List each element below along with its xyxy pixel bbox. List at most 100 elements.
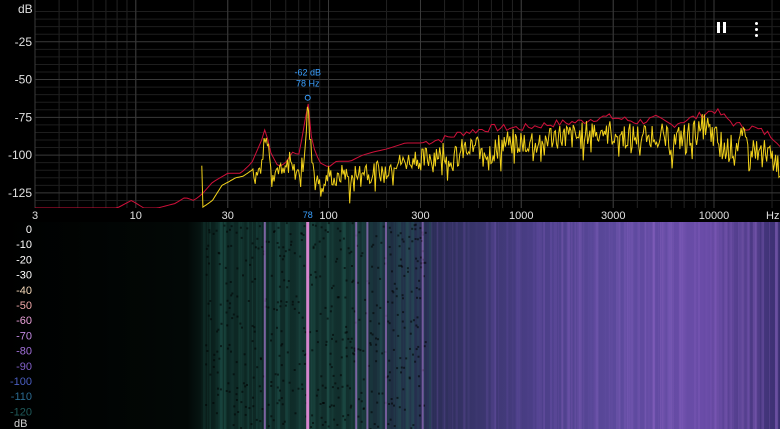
spectrogram-speckle bbox=[418, 385, 421, 388]
spectrogram-speckle bbox=[337, 387, 340, 390]
spectrogram-waterfall[interactable]: dB 0 -10 -20 -30 -40 -50 -60 -70 -80 -90 -100 -110 -… bbox=[0, 222, 780, 429]
spectrogram-speckle bbox=[309, 331, 312, 334]
spectrogram-speckle bbox=[257, 247, 260, 250]
spectrogram-speckle bbox=[237, 411, 240, 413]
spectrogram-streak bbox=[583, 222, 585, 429]
spectrogram-speckle bbox=[351, 265, 353, 267]
spectrogram-streak bbox=[761, 222, 764, 429]
spectrogram-speckle bbox=[324, 229, 327, 232]
spectrogram-speckle bbox=[242, 382, 245, 385]
spectrogram-speckle bbox=[409, 347, 411, 350]
spectrogram-streak bbox=[637, 222, 640, 429]
spectrogram-streak bbox=[498, 222, 500, 429]
spectrogram-speckle bbox=[409, 332, 412, 335]
spectrogram-speckle bbox=[400, 264, 402, 267]
spectrogram-streak bbox=[719, 222, 722, 429]
spectrogram-speckle bbox=[299, 255, 302, 258]
spectrogram-speckle bbox=[415, 348, 418, 351]
spectrogram-streak bbox=[657, 222, 660, 429]
spectrogram-speckle bbox=[416, 260, 419, 263]
spectrogram-speckle bbox=[373, 423, 376, 426]
spectrogram-speckle bbox=[303, 362, 306, 365]
spectrogram-speckle bbox=[391, 301, 394, 304]
spectrogram-speckle bbox=[398, 264, 401, 267]
more-options-button[interactable] bbox=[744, 16, 768, 42]
spectrogram-speckle bbox=[205, 273, 208, 276]
spectrogram-streak bbox=[447, 222, 452, 429]
spectrogram-speckle bbox=[344, 296, 347, 299]
spectrogram-speckle bbox=[267, 306, 270, 309]
spectrogram-speckle bbox=[330, 366, 333, 369]
spectrogram-streak bbox=[287, 222, 290, 429]
pause-button[interactable] bbox=[709, 16, 733, 42]
spectrogram-speckle bbox=[331, 386, 334, 389]
spectrogram-speckle bbox=[390, 398, 393, 400]
spectrogram-speckle bbox=[413, 224, 416, 227]
spectrogram-speckle bbox=[401, 294, 404, 297]
spectrogram-speckle bbox=[279, 389, 281, 392]
spectrogram-speckle bbox=[310, 426, 313, 429]
spectrogram-streak bbox=[467, 222, 470, 429]
peak-frequency-axis-marker: 78 bbox=[303, 210, 313, 220]
spectrogram-speckle bbox=[412, 319, 415, 322]
spectrogram-speckle bbox=[302, 350, 305, 352]
spectrogram-speckle bbox=[418, 279, 421, 282]
spectrogram-speckle bbox=[410, 290, 413, 293]
spectrogram-speckle bbox=[407, 270, 409, 273]
spectrogram-streak bbox=[402, 222, 405, 429]
spectrogram-speckle bbox=[280, 300, 283, 303]
spectrogram-speckle bbox=[281, 403, 284, 406]
spectrogram-speckle bbox=[375, 350, 378, 353]
spectrogram-speckle bbox=[291, 389, 294, 392]
spectrogram-speckle bbox=[391, 402, 393, 405]
spectrogram-level-label: -90 bbox=[16, 361, 32, 373]
spectrogram-streak bbox=[314, 222, 316, 429]
spectrogram-speckle bbox=[342, 237, 345, 240]
spectrogram-speckle bbox=[324, 306, 327, 309]
frequency-tick-label: 10 bbox=[130, 210, 142, 222]
spectrogram-streak bbox=[570, 222, 573, 429]
spectrogram-speckle bbox=[229, 302, 232, 305]
spectrogram-speckle bbox=[388, 379, 391, 382]
spectrogram-speckle bbox=[361, 252, 364, 255]
spectrogram-speckle bbox=[236, 295, 239, 298]
spectrogram-speckle bbox=[251, 340, 254, 343]
spectrogram-speckle bbox=[291, 303, 294, 306]
spectrogram-speckle bbox=[324, 255, 326, 258]
spectrogram-speckle bbox=[258, 225, 261, 228]
spectrogram-speckle bbox=[242, 274, 244, 277]
spectrogram-speckle bbox=[223, 224, 226, 227]
spectrogram-speckle bbox=[392, 348, 395, 351]
spectrogram-speckle bbox=[423, 345, 426, 348]
spectrogram-speckle bbox=[273, 231, 275, 233]
spectrum-chart[interactable]: -62 dB 78 Hz dB -25 -50 -75 -100 -125 Hz 78 … bbox=[0, 0, 780, 222]
spectrogram-speckle bbox=[417, 375, 420, 378]
spectrogram-streak bbox=[506, 222, 509, 429]
frequency-tick-label: 10000 bbox=[699, 210, 730, 222]
spectrogram-speckle bbox=[325, 340, 328, 343]
spectrogram-streak bbox=[451, 222, 454, 429]
spectrogram-speckle bbox=[315, 276, 318, 279]
frequency-unit-label: Hz bbox=[766, 210, 779, 222]
spectrogram-speckle bbox=[424, 261, 427, 264]
spectrogram-speckle bbox=[339, 374, 342, 377]
spectrogram-speckle bbox=[396, 367, 399, 370]
spectrogram-speckle bbox=[208, 229, 211, 232]
spectrogram-speckle bbox=[417, 345, 420, 348]
spectrogram-speckle bbox=[326, 317, 329, 320]
spectrogram-streak bbox=[707, 222, 711, 429]
spectrogram-speckle bbox=[244, 363, 247, 366]
spectrogram-speckle bbox=[287, 280, 290, 282]
spectrogram-speckle bbox=[347, 247, 350, 250]
spectrogram-speckle bbox=[225, 282, 228, 285]
spectrogram-speckle bbox=[320, 375, 323, 378]
spectrogram-speckle bbox=[270, 339, 272, 342]
spectrogram-speckle bbox=[315, 394, 318, 397]
spectrogram-streak bbox=[206, 222, 209, 429]
spectrogram-speckle bbox=[288, 248, 291, 251]
spectrogram-streak bbox=[491, 222, 494, 429]
spectrogram-speckle bbox=[253, 330, 256, 333]
spectrogram-speckle bbox=[335, 260, 338, 263]
spectrogram-streak bbox=[203, 222, 206, 429]
spectrogram-speckle bbox=[320, 416, 323, 419]
